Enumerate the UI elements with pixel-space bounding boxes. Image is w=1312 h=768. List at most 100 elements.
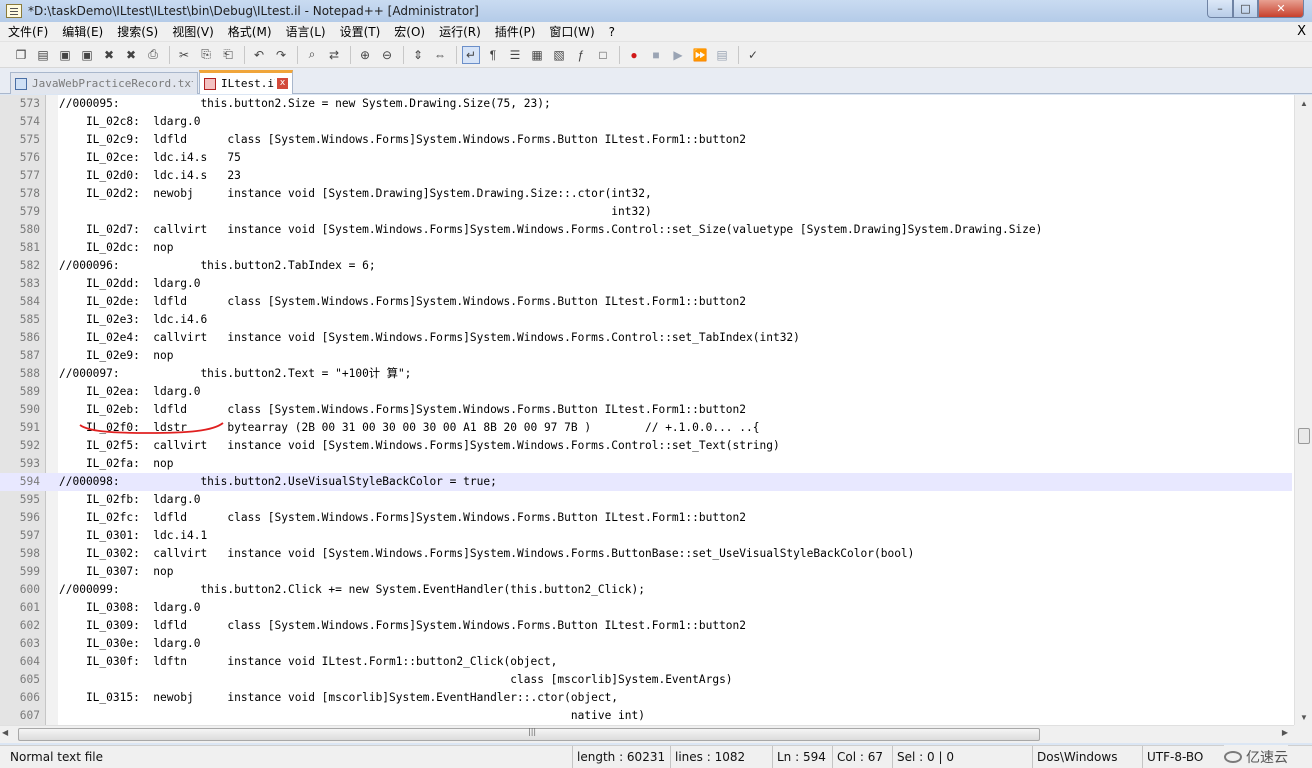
line-text[interactable]: int32) [59, 203, 651, 221]
menu-item-0[interactable]: 文件(F) [8, 23, 48, 40]
line-text[interactable]: //000095: this.button2.Size = new System… [59, 95, 551, 113]
code-line[interactable]: 581 IL_02dc: nop [0, 239, 1292, 257]
code-line[interactable]: 595 IL_02fb: ldarg.0 [0, 491, 1292, 509]
code-line[interactable]: 590 IL_02eb: ldfld class [System.Windows… [0, 401, 1292, 419]
show-all-chars-icon[interactable]: ¶ [484, 46, 502, 64]
tab-iltest-il[interactable]: ILtest.il x [199, 70, 293, 94]
record-macro-icon[interactable]: ● [625, 46, 643, 64]
zoom-in-icon[interactable]: ⊕ [356, 46, 374, 64]
line-text[interactable]: IL_02e4: callvirt instance void [System.… [59, 329, 800, 347]
menu-item-1[interactable]: 编辑(E) [62, 23, 103, 40]
code-line[interactable]: 601 IL_0308: ldarg.0 [0, 599, 1292, 617]
line-text[interactable]: IL_0308: ldarg.0 [59, 599, 201, 617]
line-text[interactable]: //000098: this.button2.UseVisualStyleBac… [59, 473, 497, 491]
menu-item-7[interactable]: 宏(O) [394, 23, 425, 40]
replace-icon[interactable]: ⇄ [325, 46, 343, 64]
code-line[interactable]: 605 class [mscorlib]System.EventArgs) [0, 671, 1292, 689]
code-line[interactable]: 593 IL_02fa: nop [0, 455, 1292, 473]
code-line[interactable]: 574 IL_02c8: ldarg.0 [0, 113, 1292, 131]
line-text[interactable]: IL_02fa: nop [59, 455, 174, 473]
line-text[interactable]: class [mscorlib]System.EventArgs) [59, 671, 732, 689]
line-text[interactable]: IL_02e9: nop [59, 347, 174, 365]
line-text[interactable]: IL_0301: ldc.i4.1 [59, 527, 207, 545]
code-lines[interactable]: 573 //000095: this.button2.Size = new Sys… [0, 95, 1292, 725]
line-text[interactable]: native int) [59, 707, 645, 725]
code-line[interactable]: 580 IL_02d7: callvirt instance void [Sys… [0, 221, 1292, 239]
scroll-up-arrow-icon[interactable]: ▲ [1295, 95, 1312, 111]
status-encoding[interactable]: UTF-8-BO [1142, 746, 1203, 768]
line-text[interactable]: IL_02d7: callvirt instance void [System.… [59, 221, 1042, 239]
code-line[interactable]: 602 IL_0309: ldfld class [System.Windows… [0, 617, 1292, 635]
code-line[interactable]: 586 IL_02e4: callvirt instance void [Sys… [0, 329, 1292, 347]
paste-icon[interactable]: ⎗ [219, 46, 237, 64]
code-line[interactable]: 575 IL_02c9: ldfld class [System.Windows… [0, 131, 1292, 149]
menu-item-11[interactable]: ? [609, 25, 615, 39]
line-text[interactable]: IL_02de: ldfld class [System.Windows.For… [59, 293, 746, 311]
print-icon[interactable]: ⎙ [144, 46, 162, 64]
sync-horizontal-icon[interactable]: ⇔ [431, 46, 449, 64]
code-line[interactable]: 606 IL_0315: newobj instance void [mscor… [0, 689, 1292, 707]
close-icon[interactable]: ✖ [100, 46, 118, 64]
undo-icon[interactable]: ↶ [250, 46, 268, 64]
code-line[interactable]: 607 native int) [0, 707, 1292, 725]
code-line[interactable]: 584 IL_02de: ldfld class [System.Windows… [0, 293, 1292, 311]
new-file-icon[interactable]: ❐ [12, 46, 30, 64]
code-line[interactable]: 594 //000098: this.button2.UseVisualStyle… [0, 473, 1292, 491]
close-document-button[interactable]: X [1297, 24, 1306, 39]
code-line[interactable]: 577 IL_02d0: ldc.i4.s 23 [0, 167, 1292, 185]
user-lang-icon[interactable]: ▦ [528, 46, 546, 64]
horizontal-scrollbar[interactable]: ◀ ||| ▶ [0, 725, 1294, 743]
scroll-right-arrow-icon[interactable]: ▶ [1282, 728, 1288, 737]
word-wrap-icon[interactable]: ↵ [462, 45, 480, 64]
menu-item-8[interactable]: 运行(R) [439, 23, 481, 40]
play-macro-icon[interactable]: ▶ [669, 46, 687, 64]
code-line[interactable]: 573 //000095: this.button2.Size = new Sys… [0, 95, 1292, 113]
maximize-button[interactable]: □ [1233, 0, 1258, 18]
code-line[interactable]: 604 IL_030f: ldftn instance void ILtest.… [0, 653, 1292, 671]
copy-icon[interactable]: ⎘ [197, 46, 215, 64]
doc-map-icon[interactable]: ▧ [550, 46, 568, 64]
code-line[interactable]: 599 IL_0307: nop [0, 563, 1292, 581]
line-text[interactable]: IL_02f5: callvirt instance void [System.… [59, 437, 780, 455]
line-text[interactable]: IL_02fb: ldarg.0 [59, 491, 201, 509]
code-line[interactable]: 596 IL_02fc: ldfld class [System.Windows… [0, 509, 1292, 527]
code-line[interactable]: 598 IL_0302: callvirt instance void [Sys… [0, 545, 1292, 563]
find-icon[interactable]: ⌕ [303, 46, 321, 64]
tab-javawebpracticerecord[interactable]: JavaWebPracticeRecord.txt [10, 72, 198, 94]
code-line[interactable]: 597 IL_0301: ldc.i4.1 [0, 527, 1292, 545]
line-text[interactable]: IL_02eb: ldfld class [System.Windows.For… [59, 401, 746, 419]
code-line[interactable]: 587 IL_02e9: nop [0, 347, 1292, 365]
line-text[interactable]: IL_02ce: ldc.i4.s 75 [59, 149, 241, 167]
line-text[interactable]: IL_0307: nop [59, 563, 174, 581]
spellcheck-icon[interactable]: ✓ [744, 46, 762, 64]
open-file-icon[interactable]: ▤ [34, 46, 52, 64]
editor-area[interactable]: 573 //000095: this.button2.Size = new Sys… [0, 95, 1312, 725]
line-text[interactable]: IL_030e: ldarg.0 [59, 635, 201, 653]
code-line[interactable]: 578 IL_02d2: newobj instance void [Syste… [0, 185, 1292, 203]
cut-icon[interactable]: ✂ [175, 46, 193, 64]
line-text[interactable]: IL_0309: ldfld class [System.Windows.For… [59, 617, 746, 635]
menu-item-3[interactable]: 视图(V) [172, 23, 214, 40]
tab-close-icon[interactable]: x [277, 78, 288, 89]
code-line[interactable]: 592 IL_02f5: callvirt instance void [Sys… [0, 437, 1292, 455]
code-line[interactable]: 603 IL_030e: ldarg.0 [0, 635, 1292, 653]
code-line[interactable]: 588 //000097: this.button2.Text = "+100计 … [0, 365, 1292, 383]
line-text[interactable]: //000099: this.button2.Click += new Syst… [59, 581, 645, 599]
code-line[interactable]: 579 int32) [0, 203, 1292, 221]
line-text[interactable]: IL_0315: newobj instance void [mscorlib]… [59, 689, 618, 707]
close-window-button[interactable]: ✕ [1258, 0, 1304, 18]
line-text[interactable]: //000096: this.button2.TabIndex = 6; [59, 257, 376, 275]
folder-workspace-icon[interactable]: □ [594, 46, 612, 64]
scroll-left-arrow-icon[interactable]: ◀ [2, 728, 8, 737]
line-text[interactable]: IL_02ea: ldarg.0 [59, 383, 201, 401]
save-all-icon[interactable]: ▣ [78, 46, 96, 64]
line-text[interactable]: IL_02fc: ldfld class [System.Windows.For… [59, 509, 746, 527]
line-text[interactable]: IL_030f: ldftn instance void ILtest.Form… [59, 653, 558, 671]
scroll-down-arrow-icon[interactable]: ▼ [1295, 709, 1312, 725]
menu-item-10[interactable]: 窗口(W) [549, 23, 594, 40]
menu-item-9[interactable]: 插件(P) [495, 23, 536, 40]
line-text[interactable]: IL_02c9: ldfld class [System.Windows.For… [59, 131, 746, 149]
menu-item-4[interactable]: 格式(M) [228, 23, 272, 40]
line-text[interactable]: //000097: this.button2.Text = "+100计 算"; [59, 365, 411, 383]
vertical-scrollbar[interactable]: ▲ ▼ [1294, 95, 1312, 725]
